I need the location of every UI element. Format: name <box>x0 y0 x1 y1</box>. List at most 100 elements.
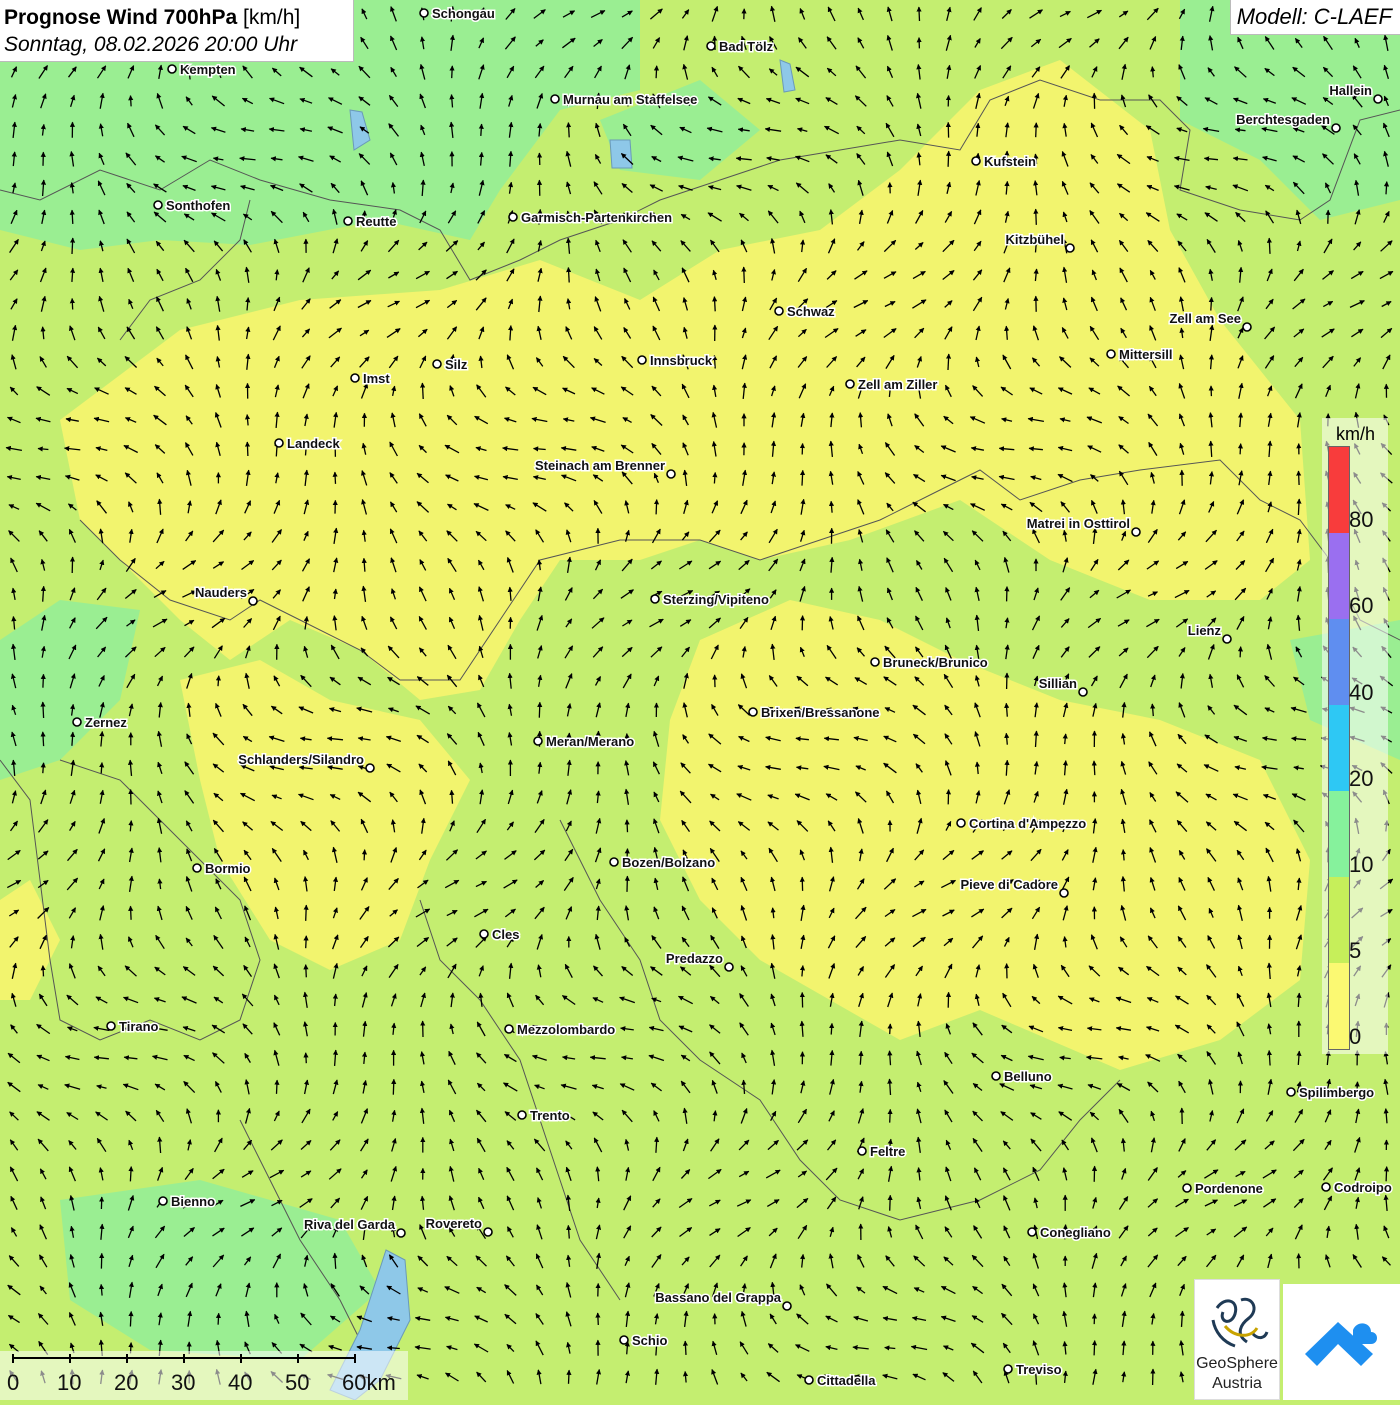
city-label: Spilimbergo <box>1299 1085 1374 1100</box>
city-label: Kufstein <box>984 154 1036 169</box>
city-label: Zell am See <box>1169 311 1241 326</box>
city-dot <box>846 380 854 388</box>
city-dot <box>168 65 176 73</box>
city-spilimbergo[interactable]: Spilimbergo <box>1287 1085 1374 1100</box>
city-mezzolombardo[interactable]: Mezzolombardo <box>505 1022 615 1037</box>
wind-arrow <box>131 906 132 920</box>
city-label: Bruneck/Brunico <box>883 655 988 670</box>
legend-color-band <box>1329 533 1349 620</box>
city-zell-am-ziller[interactable]: Zell am Ziller <box>846 377 937 392</box>
scale-tick <box>297 1354 299 1363</box>
city-dot <box>1223 635 1231 643</box>
city-label: Cittadella <box>817 1373 876 1388</box>
city-sterzing-vipiteno[interactable]: Sterzing/Vipiteno <box>651 592 769 607</box>
city-dot <box>420 9 428 17</box>
wind-arrow <box>598 1313 599 1325</box>
scale-tick <box>183 1354 185 1363</box>
city-dot <box>992 1072 1000 1080</box>
scale-label: 60km <box>342 1370 396 1396</box>
city-label: Matrei in Osttirol <box>1027 516 1130 531</box>
weather-app-logo[interactable] <box>1283 1284 1400 1400</box>
city-label: Nauders <box>195 585 247 600</box>
city-pordenone[interactable]: Pordenone <box>1183 1181 1263 1196</box>
city-meran-merano[interactable]: Meran/Merano <box>534 734 634 749</box>
city-garmisch-partenkirchen[interactable]: Garmisch-Partenkirchen <box>509 210 672 225</box>
city-dot <box>275 439 283 447</box>
legend-unit: km/h <box>1336 424 1375 445</box>
wind-arrow <box>919 7 920 21</box>
city-label: Bad Tölz <box>719 39 774 54</box>
color-legend <box>1328 446 1350 1050</box>
wind-arrow <box>131 96 132 107</box>
city-label: Pordenone <box>1195 1181 1263 1196</box>
legend-color-band <box>1329 705 1349 792</box>
city-label: Hallein <box>1329 83 1372 98</box>
wind-arrow <box>364 850 365 861</box>
wind-arrow <box>1211 297 1212 310</box>
wind-arrow <box>948 354 949 370</box>
city-dot <box>1107 350 1115 358</box>
city-label: Trento <box>530 1108 570 1123</box>
city-label: Predazzo <box>666 951 723 966</box>
mountain-cloud-icon <box>1283 1284 1400 1400</box>
city-bruneck-brunico[interactable]: Bruneck/Brunico <box>871 655 988 670</box>
wind-arrow <box>1240 647 1241 658</box>
wind-arrow <box>1094 761 1095 775</box>
city-dot <box>1060 889 1068 897</box>
city-label: Treviso <box>1016 1362 1062 1377</box>
wind-arrow <box>72 299 73 310</box>
city-label: Feltre <box>870 1144 905 1159</box>
city-label: Schongau <box>432 6 495 21</box>
city-label: Tirano <box>119 1019 159 1034</box>
wind-arrow <box>422 383 423 399</box>
city-label: Bozen/Bolzano <box>622 855 715 870</box>
wind-arrow <box>568 123 569 138</box>
city-innsbruck[interactable]: Innsbruck <box>638 353 713 368</box>
city-label: Silz <box>445 357 468 372</box>
wind-arrow <box>306 905 307 921</box>
legend-color-band <box>1329 619 1349 706</box>
wind-arrow <box>685 1341 686 1355</box>
scale-tick <box>126 1354 128 1363</box>
city-sonthofen[interactable]: Sonthofen <box>154 198 230 213</box>
scale-tick <box>12 1354 14 1363</box>
wind-arrow <box>1094 1341 1095 1356</box>
model-label: Modell: C-LAEF <box>1230 0 1400 35</box>
city-brixen-bressanone[interactable]: Brixen/Bressanone <box>749 705 880 720</box>
wind-map[interactable]: SchongauBad TölzKemptenMurnau am Staffel… <box>0 0 1400 1400</box>
city-cortina-d-ampezzo[interactable]: Cortina d'Ampezzo <box>957 816 1086 831</box>
scale-label: 20 <box>114 1370 138 1396</box>
city-dot <box>638 356 646 364</box>
city-conegliano[interactable]: Conegliano <box>1028 1225 1111 1240</box>
city-dot <box>725 963 733 971</box>
city-label: Berchtesgaden <box>1236 112 1330 127</box>
city-schongau[interactable]: Schongau <box>420 6 495 21</box>
wind-arrow <box>43 732 44 746</box>
city-dot <box>433 360 441 368</box>
city-dot <box>957 819 965 827</box>
city-label: Landeck <box>287 436 341 451</box>
city-dot <box>707 42 715 50</box>
city-dot <box>1004 1365 1012 1373</box>
wind-arrow <box>948 151 949 167</box>
wind-arrow <box>306 965 307 978</box>
city-dot <box>1079 688 1087 696</box>
city-label: Bassano del Grappa <box>655 1290 781 1305</box>
wind-arrow <box>1269 238 1270 254</box>
city-murnau-am-staffelsee[interactable]: Murnau am Staffelsee <box>551 92 697 107</box>
scale-tick <box>240 1354 242 1363</box>
austria-text: Austria <box>1195 1375 1279 1393</box>
wind-arrow <box>1036 209 1037 225</box>
wind-arrow <box>72 238 73 254</box>
city-bozen-bolzano[interactable]: Bozen/Bolzano <box>610 855 715 870</box>
wind-arrow <box>130 1167 131 1182</box>
wind-arrow <box>335 472 336 484</box>
geosphere-text: GeoSphere <box>1195 1355 1279 1373</box>
city-dot <box>871 658 879 666</box>
city-dot <box>484 1228 492 1236</box>
wind-arrow <box>714 297 715 312</box>
geosphere-logo[interactable]: GeoSphere Austria <box>1194 1279 1280 1400</box>
city-label: Meran/Merano <box>546 734 634 749</box>
wind-arrow <box>890 1195 891 1210</box>
city-label: Cles <box>492 927 519 942</box>
